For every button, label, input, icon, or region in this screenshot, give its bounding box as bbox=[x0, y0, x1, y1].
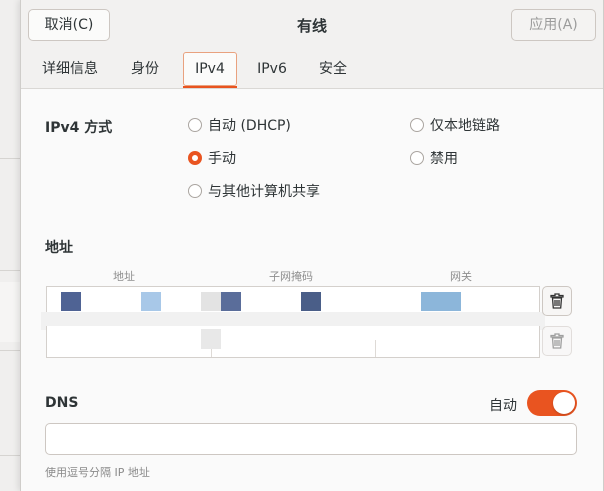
addresses-label: 地址 bbox=[45, 240, 73, 256]
radio-label: 仅本地链路 bbox=[430, 118, 500, 134]
address-row-2[interactable] bbox=[46, 326, 540, 358]
radio-button[interactable] bbox=[188, 118, 202, 132]
tab-ipv6[interactable]: IPv6 bbox=[251, 50, 293, 88]
dns-auto-switch[interactable] bbox=[527, 390, 577, 416]
dns-hint: 使用逗号分隔 IP 地址 bbox=[45, 466, 150, 479]
radio-shared[interactable]: 与其他计算机共享 bbox=[188, 181, 320, 201]
radio-label: 手动 bbox=[208, 151, 236, 167]
radio-label: 自动 (DHCP) bbox=[208, 118, 291, 134]
column-gateway: 网关 bbox=[450, 270, 472, 283]
cancel-button[interactable]: 取消(C) bbox=[28, 9, 110, 41]
ipv4-method-label: IPv4 方式 bbox=[45, 120, 113, 136]
trash-icon bbox=[550, 293, 564, 309]
radio-disabled[interactable]: 禁用 bbox=[410, 148, 458, 168]
column-netmask: 子网掩码 bbox=[269, 270, 313, 283]
delete-row-2-button[interactable] bbox=[542, 326, 572, 356]
wired-settings-dialog: 有线 取消(C) 应用(A) 详细信息 身份 IPv4 IPv6 安全 IPv4… bbox=[20, 0, 604, 491]
tab-bar: 详细信息 身份 IPv4 IPv6 安全 bbox=[21, 50, 603, 89]
tab-identity[interactable]: 身份 bbox=[125, 50, 165, 88]
redacted-block bbox=[421, 292, 461, 311]
radio-button[interactable] bbox=[410, 118, 424, 132]
radio-label: 禁用 bbox=[430, 151, 458, 167]
address-row-1[interactable] bbox=[46, 286, 540, 314]
radio-link-local[interactable]: 仅本地链路 bbox=[410, 115, 500, 135]
redacted-block bbox=[201, 292, 221, 311]
delete-row-1-button[interactable] bbox=[542, 286, 572, 316]
apply-button[interactable]: 应用(A) bbox=[511, 9, 596, 41]
redacted-block bbox=[221, 292, 241, 311]
trash-icon bbox=[550, 333, 564, 349]
field-separator bbox=[375, 340, 376, 357]
dialog-header: 有线 取消(C) 应用(A) bbox=[21, 0, 603, 51]
radio-button[interactable] bbox=[410, 151, 424, 165]
radio-manual[interactable]: 手动 bbox=[188, 148, 236, 168]
dns-auto-label: 自动 bbox=[489, 398, 517, 414]
radio-label: 与其他计算机共享 bbox=[208, 184, 320, 200]
tab-ipv4[interactable]: IPv4 bbox=[183, 52, 237, 88]
tab-details[interactable]: 详细信息 bbox=[35, 50, 105, 88]
dns-label: DNS bbox=[45, 395, 79, 411]
redacted-block bbox=[201, 329, 221, 349]
column-address: 地址 bbox=[113, 270, 135, 283]
radio-button[interactable] bbox=[188, 184, 202, 198]
redacted-block bbox=[61, 292, 81, 311]
tab-security[interactable]: 安全 bbox=[311, 50, 355, 88]
dns-input[interactable] bbox=[45, 423, 577, 455]
radio-auto-dhcp[interactable]: 自动 (DHCP) bbox=[188, 115, 291, 135]
switch-knob bbox=[553, 392, 575, 414]
redacted-block bbox=[301, 292, 321, 311]
redacted-block bbox=[141, 292, 161, 311]
radio-button-checked[interactable] bbox=[188, 151, 202, 165]
